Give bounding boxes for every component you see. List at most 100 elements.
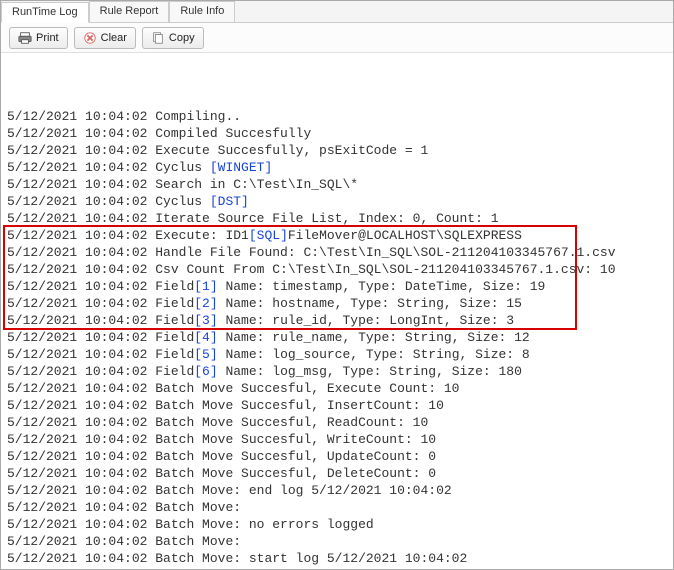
log-line: 5/12/2021 10:04:02 Batch Move: xyxy=(7,499,667,516)
log-timestamp: 5/12/2021 10:04:02 xyxy=(7,108,155,125)
log-timestamp: 5/12/2021 10:04:02 xyxy=(7,176,155,193)
log-text: Name: log_msg, Type: String, Size: 180 xyxy=(218,363,522,380)
log-text: Field xyxy=(155,295,194,312)
log-line: 5/12/2021 10:04:02 Batch Move Succesful,… xyxy=(7,448,667,465)
log-text: Field xyxy=(155,312,194,329)
log-text: Cyclus xyxy=(155,193,210,210)
log-line: 5/12/2021 10:04:02 Handle File Found: C:… xyxy=(7,244,667,261)
log-timestamp: 5/12/2021 10:04:02 xyxy=(7,159,155,176)
log-text: Batch Move: no errors logged xyxy=(155,516,373,533)
log-timestamp: 5/12/2021 10:04:02 xyxy=(7,312,155,329)
log-timestamp: 5/12/2021 10:04:02 xyxy=(7,295,155,312)
log-timestamp: 5/12/2021 10:04:02 xyxy=(7,567,155,569)
log-timestamp: 5/12/2021 10:04:02 xyxy=(7,244,155,261)
log-timestamp: 5/12/2021 10:04:02 xyxy=(7,550,155,567)
log-line: 5/12/2021 10:04:02 Batch Move Succesful,… xyxy=(7,380,667,397)
log-timestamp: 5/12/2021 10:04:02 xyxy=(7,363,155,380)
log-bracket-token: [DST] xyxy=(210,193,249,210)
log-line: 5/12/2021 10:04:02 Cyclus [DST] xyxy=(7,193,667,210)
log-text: FileMover@LOCALHOST\SQLEXPRESS xyxy=(288,227,522,244)
log-timestamp: 5/12/2021 10:04:02 xyxy=(7,431,155,448)
log-bracket-token: [2] xyxy=(194,295,217,312)
log-text: Batch Move: end log 5/12/2021 10:04:02 xyxy=(155,482,451,499)
log-line: 5/12/2021 10:04:02 Batch Move Succesful,… xyxy=(7,465,667,482)
log-text: Compiled Succesfully xyxy=(155,125,311,142)
log-timestamp: 5/12/2021 10:04:02 xyxy=(7,329,155,346)
print-icon xyxy=(18,31,32,45)
log-bracket-token: [3] xyxy=(194,312,217,329)
log-timestamp: 5/12/2021 10:04:02 xyxy=(7,193,155,210)
log-timestamp: 5/12/2021 10:04:02 xyxy=(7,261,155,278)
log-text: Batch Move: xyxy=(155,533,241,550)
log-timestamp: 5/12/2021 10:04:02 xyxy=(7,414,155,431)
log-text: Search in C:\Test\In_SQL\* xyxy=(155,176,358,193)
log-line: 5/12/2021 10:04:02 Field[1] Name: timest… xyxy=(7,278,667,295)
log-text: Batch Move Succesful, ReadCount: 10 xyxy=(155,414,428,431)
log-text: Handle File Found: C:\Test\In_SQL\SOL-21… xyxy=(155,244,615,261)
clear-button[interactable]: Clear xyxy=(74,27,136,49)
log-line: 5/12/2021 10:04:02 Batch Move: no errors… xyxy=(7,516,667,533)
log-bracket-token: [SQL] xyxy=(249,227,288,244)
log-text: Batch Move Succesful, UpdateCount: 0 xyxy=(155,448,436,465)
log-line: 5/12/2021 10:04:02 Execute: ID1[SQL]File… xyxy=(7,227,667,244)
log-timestamp: 5/12/2021 10:04:02 xyxy=(7,516,155,533)
log-text: Batch Move Succesful, Execute Count: 10 xyxy=(155,380,459,397)
log-text: Batch Move: start log 5/12/2021 10:04:02 xyxy=(155,550,467,567)
log-text: Field xyxy=(155,329,194,346)
log-line: 5/12/2021 10:04:02 Execute Succesfully, … xyxy=(7,142,667,159)
log-line: 5/12/2021 10:04:02 Compiled Succesfully xyxy=(7,125,667,142)
log-text: Name: rule_id, Type: LongInt, Size: 3 xyxy=(218,312,514,329)
log-text: Batch Move Succesful, DeleteCount: 0 xyxy=(155,465,436,482)
log-text: Name: log_source, Type: String, Size: 8 xyxy=(218,346,530,363)
log-text: Execute: ID1 xyxy=(155,227,249,244)
log-line: 5/12/2021 10:04:02 Iterate Source File L… xyxy=(7,210,667,227)
log-timestamp: 5/12/2021 10:04:02 xyxy=(7,448,155,465)
log-text: Name: timestamp, Type: DateTime, Size: 1… xyxy=(218,278,546,295)
toolbar: Print Clear Copy xyxy=(1,23,673,53)
log-timestamp: 5/12/2021 10:04:02 xyxy=(7,499,155,516)
log-line: 5/12/2021 10:04:02 Search in C:\Test\In_… xyxy=(7,176,667,193)
tab-rule-report[interactable]: Rule Report xyxy=(89,1,170,22)
log-text: Field xyxy=(155,363,194,380)
log-text: Batch Move Succesful, InsertCount: 10 xyxy=(155,397,444,414)
log-timestamp: 5/12/2021 10:04:02 xyxy=(7,346,155,363)
log-line: 5/12/2021 10:04:02 Field[2] Name: hostna… xyxy=(7,295,667,312)
log-line: 5/12/2021 10:04:02 Field[6] Name: log_ms… xyxy=(7,363,667,380)
log-line: 5/12/2021 10:04:02 Csv Count From C:\Tes… xyxy=(7,261,667,278)
log-pane[interactable]: 5/12/2021 10:04:02 Compiling..5/12/2021 … xyxy=(1,53,673,569)
log-text: Field xyxy=(155,346,194,363)
log-timestamp: 5/12/2021 10:04:02 xyxy=(7,227,155,244)
log-timestamp: 5/12/2021 10:04:02 xyxy=(7,142,155,159)
log-timestamp: 5/12/2021 10:04:02 xyxy=(7,210,155,227)
tab-rule-info[interactable]: Rule Info xyxy=(169,1,235,22)
log-line: 5/12/2021 10:04:02 Batch Move Succesful,… xyxy=(7,431,667,448)
log-timestamp: 5/12/2021 10:04:02 xyxy=(7,482,155,499)
log-timestamp: 5/12/2021 10:04:02 xyxy=(7,397,155,414)
log-text: ****************************************… xyxy=(155,567,623,569)
log-line: 5/12/2021 10:04:02 Field[5] Name: log_so… xyxy=(7,346,667,363)
log-line: 5/12/2021 10:04:02 Field[3] Name: rule_i… xyxy=(7,312,667,329)
log-timestamp: 5/12/2021 10:04:02 xyxy=(7,533,155,550)
clear-label: Clear xyxy=(101,32,127,44)
log-text: Cyclus xyxy=(155,159,210,176)
print-label: Print xyxy=(36,32,59,44)
log-line: 5/12/2021 10:04:02 Field[4] Name: rule_n… xyxy=(7,329,667,346)
log-text: Csv Count From C:\Test\In_SQL\SOL-211204… xyxy=(155,261,615,278)
log-text: Field xyxy=(155,278,194,295)
tab-bar: RunTime LogRule ReportRule Info xyxy=(1,1,673,23)
print-button[interactable]: Print xyxy=(9,27,68,49)
log-timestamp: 5/12/2021 10:04:02 xyxy=(7,380,155,397)
log-line: 5/12/2021 10:04:02 Cyclus [WINGET] xyxy=(7,159,667,176)
app-window: RunTime LogRule ReportRule Info Print Cl… xyxy=(0,0,674,570)
copy-button[interactable]: Copy xyxy=(142,27,204,49)
log-line: 5/12/2021 10:04:02 Batch Move: end log 5… xyxy=(7,482,667,499)
log-bracket-token: [5] xyxy=(194,346,217,363)
log-text: Iterate Source File List, Index: 0, Coun… xyxy=(155,210,498,227)
log-text: Batch Move: xyxy=(155,499,241,516)
log-bracket-token: [4] xyxy=(194,329,217,346)
copy-label: Copy xyxy=(169,32,195,44)
log-text: Name: hostname, Type: String, Size: 15 xyxy=(218,295,522,312)
log-timestamp: 5/12/2021 10:04:02 xyxy=(7,465,155,482)
log-text: Batch Move Succesful, WriteCount: 10 xyxy=(155,431,436,448)
tab-runtime-log[interactable]: RunTime Log xyxy=(1,2,89,23)
